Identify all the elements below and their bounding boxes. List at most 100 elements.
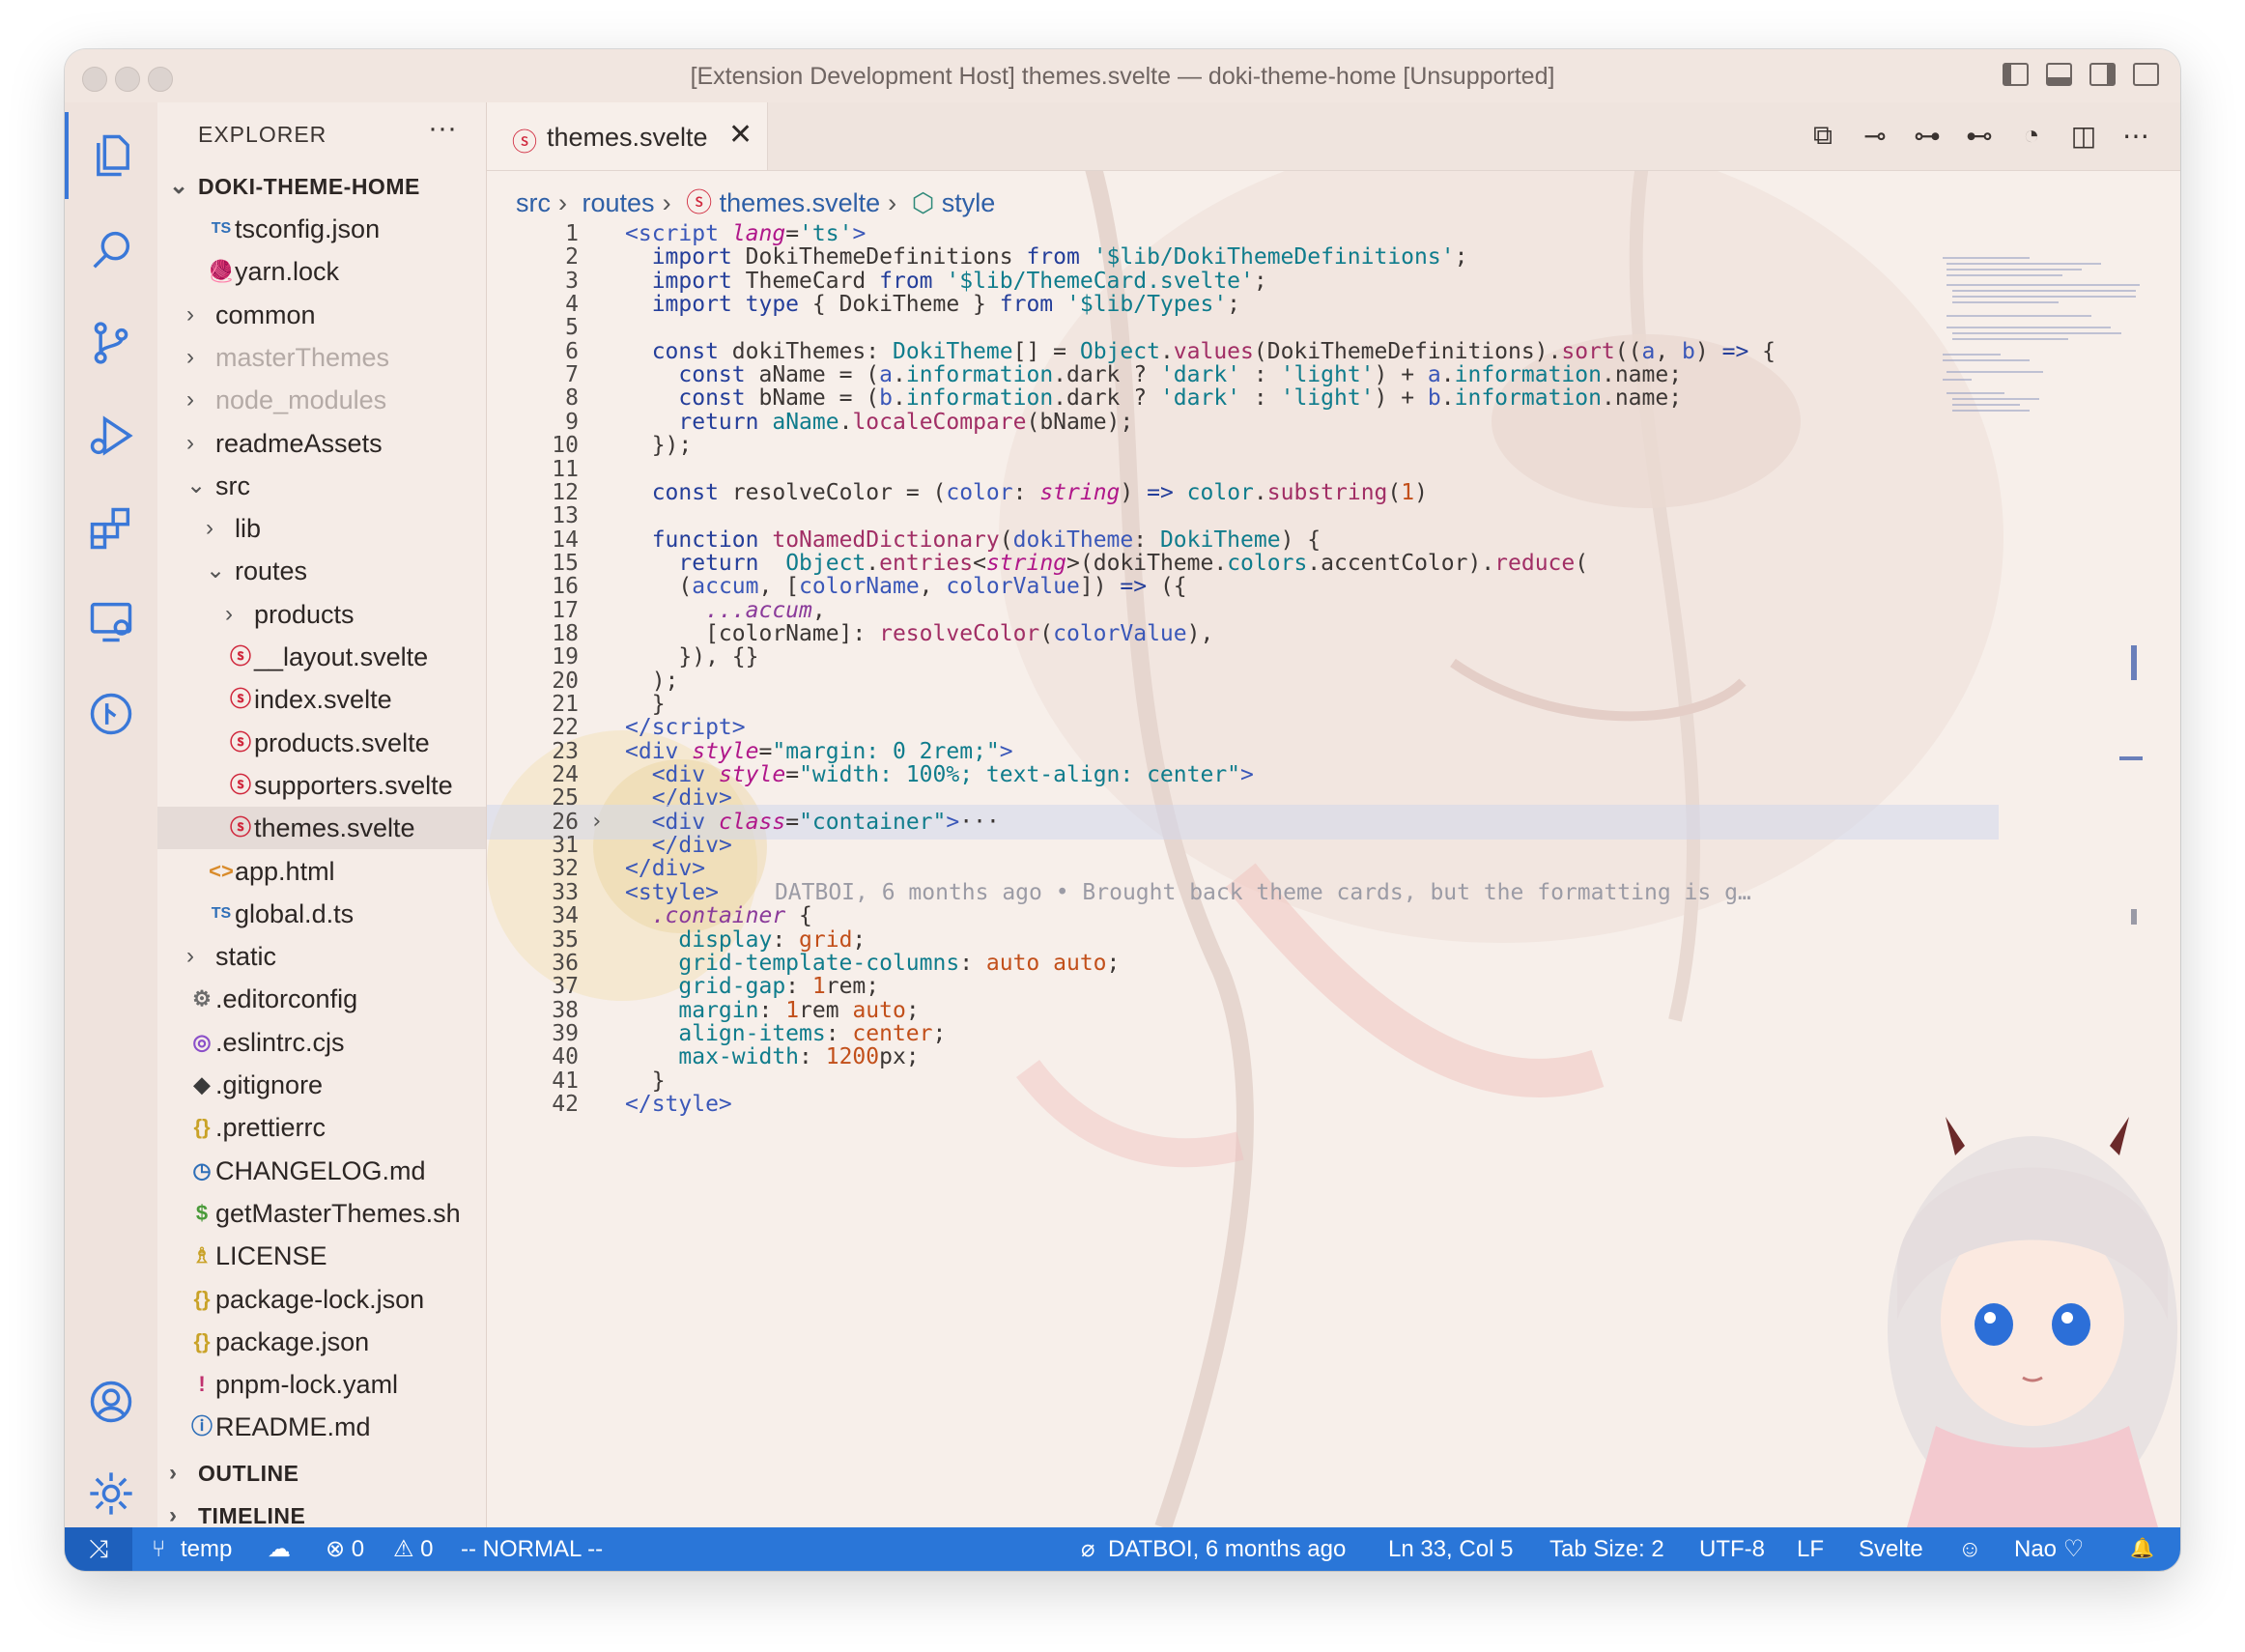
folder-item[interactable]: › common [157,294,486,336]
tab-themes-svelte[interactable]: ⓢ themes.svelte ✕ [487,102,768,170]
file-item[interactable]: ! pnpm-lock.yaml [157,1363,486,1406]
outline-section[interactable]: › OUTLINE [157,1452,486,1495]
tree-item-label: app.html [235,856,335,886]
sync-icon[interactable]: ☁ [268,1527,291,1571]
tree-item-label: .editorconfig [215,984,358,1014]
file-item[interactable]: ◆ .gitignore [157,1064,486,1106]
remote-indicator-icon[interactable]: ⤨ [65,1527,132,1571]
explorer-more-actions-icon[interactable]: ··· [428,112,457,145]
git-graph-icon[interactable] [65,670,157,757]
editor-area: ⓢ themes.svelte ✕ ⧉ ⊸ ⊶ ⊷ ◔ ◫ ⋯ src › rou… [487,102,2180,1527]
explorer-header: EXPLORER [198,122,327,147]
folder-item[interactable]: › node_modules [157,379,486,421]
errors-count[interactable]: ⊗ 0 [326,1527,364,1571]
close-tab-icon[interactable]: ✕ [728,118,753,152]
encoding[interactable]: UTF-8 [1699,1527,1765,1571]
toggle-panel-icon[interactable] [2046,63,2072,86]
tree-item-label: lib [235,514,262,544]
toggle-secondary-sidebar-icon[interactable] [2089,63,2116,86]
folder-item[interactable]: ⌄ routes [157,550,486,592]
search-icon[interactable] [65,207,157,294]
file-item[interactable]: <> app.html [157,850,486,893]
folder-item[interactable]: ⌄ src [157,465,486,507]
workspace-root[interactable]: ⌄ DOKI-THEME-HOME [157,165,486,208]
file-item[interactable]: ⓘ README.md [157,1406,486,1448]
file-item[interactable]: ⚙ .editorconfig [157,978,486,1020]
folder-item[interactable]: › masterThemes [157,336,486,379]
file-type-icon: TS [211,904,232,922]
feedback-icon[interactable]: ☺ [1958,1527,1982,1571]
file-item[interactable]: {} package.json [157,1321,486,1363]
cursor-position[interactable]: Ln 33, Col 5 [1388,1527,1513,1571]
chevron-down-icon: ⌄ [186,471,207,498]
git-blame-status[interactable]: DATBOI, 6 months ago [1108,1527,1346,1571]
doki-theme-user[interactable]: Nao ♡ [2014,1527,2084,1571]
more-actions-icon[interactable]: ⋯ [2120,120,2151,152]
file-type-icon: ◆ [193,1072,211,1097]
activity-bar [65,102,158,1527]
previous-change-icon[interactable]: ⊶ [1912,120,1943,152]
breadcrumb-file[interactable]: themes.svelte [720,188,881,217]
tree-item-label: supporters.svelte [254,770,453,800]
file-item[interactable]: 🧶 yarn.lock [157,250,486,293]
explorer-icon[interactable] [65,112,157,199]
file-type-icon: <> [209,858,234,883]
file-type-icon: ⓢ [229,815,251,840]
breadcrumb-src[interactable]: src [516,188,551,217]
file-type-icon: {} [193,1115,211,1140]
git-compare-icon[interactable]: ⊸ [1860,120,1890,152]
file-item[interactable]: TS tsconfig.json [157,208,486,250]
svelte-file-icon: ⓢ [512,128,538,157]
file-item[interactable]: {} .prettierrc [157,1106,486,1149]
minimap[interactable] [1933,257,2151,431]
settings-gear-icon[interactable] [65,1450,157,1537]
file-item[interactable]: ⓢ products.svelte [157,722,486,764]
extensions-icon[interactable] [65,485,157,572]
timeline-icon[interactable]: ◔ [2016,120,2047,152]
breadcrumb-symbol[interactable]: style [942,188,996,217]
tree-item-label: .prettierrc [215,1113,327,1143]
file-type-icon: ! [198,1372,206,1397]
tree-item-label: .gitignore [215,1070,324,1099]
file-item[interactable]: ◷ CHANGELOG.md [157,1150,486,1192]
tree-item-label: masterThemes [215,342,390,372]
split-editor-icon[interactable]: ◫ [2068,120,2099,152]
file-item[interactable]: ⓢ index.svelte [157,678,486,721]
notifications-bell-icon[interactable]: 🔔 [2130,1527,2154,1571]
file-item[interactable]: $ getMasterThemes.sh [157,1192,486,1235]
chevron-down-icon: ⌄ [169,173,189,199]
file-item[interactable]: ⓢ __layout.svelte [157,636,486,678]
file-item[interactable]: ⓢ themes.svelte [157,807,486,850]
folder-item[interactable]: › readmeAssets [157,422,486,465]
branch-indicator[interactable]: temp [181,1527,232,1571]
source-control-icon[interactable] [65,299,157,386]
tab-size[interactable]: Tab Size: 2 [1549,1527,1664,1571]
next-change-icon[interactable]: ⊷ [1964,120,1995,152]
remote-explorer-icon[interactable] [65,578,157,665]
explorer-sidebar: EXPLORER ··· ⌄ DOKI-THEME-HOME TS tsconfi… [157,102,487,1527]
toggle-primary-sidebar-icon[interactable] [2003,63,2029,86]
chevron-right-icon: › [206,515,213,542]
open-changes-icon[interactable]: ⧉ [1807,120,1838,152]
breadcrumb-routes[interactable]: routes [583,188,655,217]
file-item[interactable]: TS global.d.ts [157,893,486,935]
file-item[interactable]: ♗ LICENSE [157,1235,486,1277]
language-mode[interactable]: Svelte [1859,1527,1923,1571]
warnings-count[interactable]: ⚠ 0 [393,1527,434,1571]
code-line[interactable]: 42 </style> [487,1087,1999,1122]
file-item[interactable]: {} package-lock.json [157,1278,486,1321]
folder-item[interactable]: › lib [157,507,486,550]
account-icon[interactable] [65,1358,157,1445]
timeline-section[interactable]: › TIMELINE [157,1495,486,1527]
file-item[interactable]: ◎ .eslintrc.cjs [157,1021,486,1064]
customize-layout-icon[interactable] [2133,63,2159,86]
folder-item[interactable]: › static [157,935,486,978]
file-type-icon: {} [193,1286,211,1311]
scrollbar-thumb[interactable] [2131,645,2137,680]
tree-item-label: common [215,299,316,329]
run-debug-icon[interactable] [65,392,157,479]
file-item[interactable]: ⓢ supporters.svelte [157,764,486,807]
folder-item[interactable]: › products [157,593,486,636]
character-sticker [1888,1117,2177,1527]
end-of-line[interactable]: LF [1797,1527,1824,1571]
